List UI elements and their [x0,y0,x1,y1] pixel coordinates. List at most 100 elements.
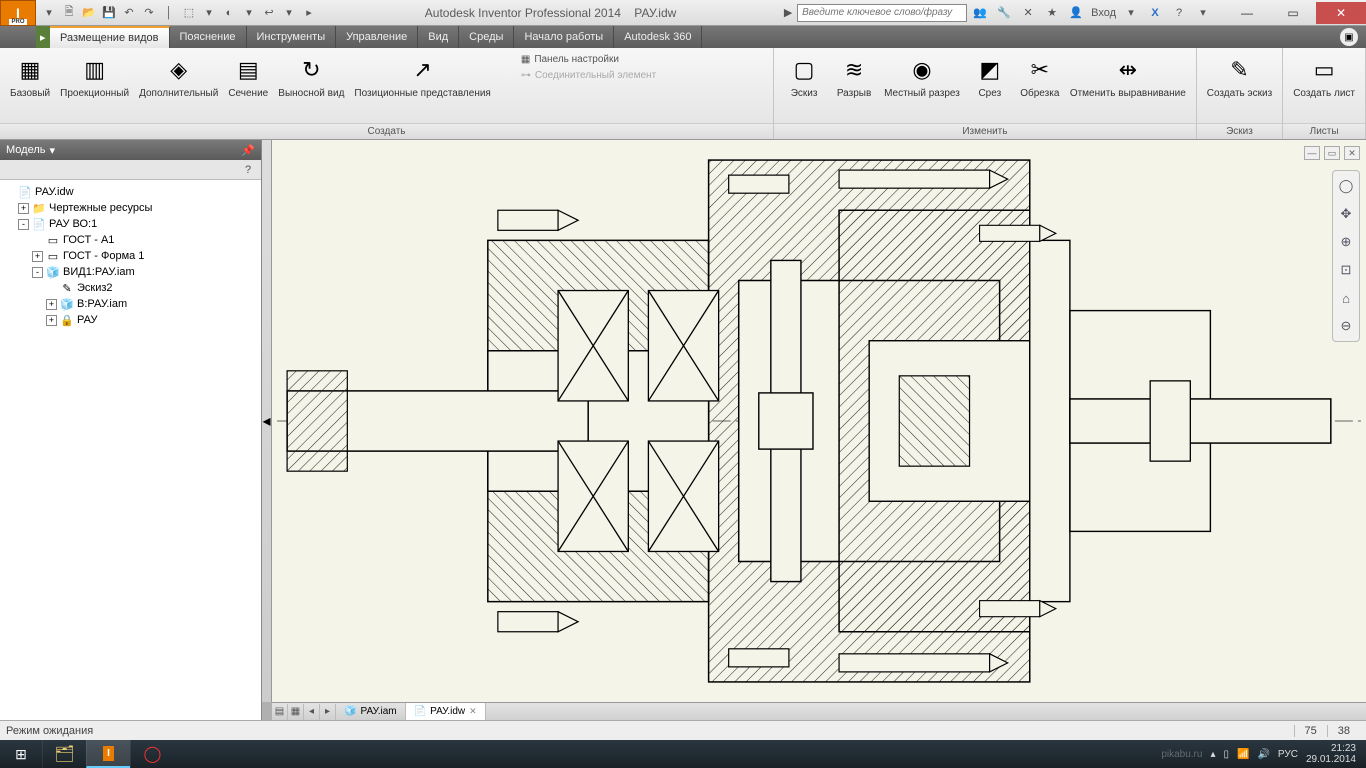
slice-button[interactable]: ◩Срез [966,52,1014,101]
undo-icon[interactable]: ↶ [120,4,138,22]
task-inventor[interactable]: I [86,740,130,768]
tab-placement[interactable]: Размещение видов [50,26,170,48]
doc-tab-idw[interactable]: 📄 РАУ.idw ✕ [406,703,486,720]
tree-toggle-icon[interactable]: + [46,299,57,310]
tab-annotate[interactable]: Пояснение [170,26,247,48]
signin-icon[interactable]: 👥 [971,4,989,22]
tab-a360[interactable]: Autodesk 360 [614,26,702,48]
tree-toggle-icon[interactable]: - [32,267,43,278]
tab-prev-icon[interactable]: ◂ [304,704,320,720]
tray-network-icon[interactable]: 📶 [1237,749,1249,760]
zoom-out-icon[interactable]: ⊖ [1335,315,1357,337]
exchange-x-icon[interactable]: X [1146,4,1164,22]
tray-volume-icon[interactable]: 🔊 [1257,749,1269,760]
base-view-button[interactable]: ▦Базовый [6,52,54,101]
auxiliary-view-button[interactable]: ◈Дополнительный [135,52,222,101]
tree-node[interactable]: +🧊В:РАУ.iam [2,296,259,312]
tray-up-icon[interactable]: ▴ [1210,749,1215,760]
chevron-down-icon[interactable]: ▾ [49,144,55,157]
panel-pin-icon[interactable]: 📌 [241,144,255,157]
qat-more1-icon[interactable]: ▾ [200,4,218,22]
qat-more3-icon[interactable]: ▾ [280,4,298,22]
tab-getstarted[interactable]: Начало работы [514,26,614,48]
tree-toggle-icon[interactable]: + [32,251,43,262]
redo-icon[interactable]: ↷ [140,4,158,22]
help-icon[interactable]: ? [1170,4,1188,22]
tree-node[interactable]: ✎Эскиз2 [2,280,259,296]
task-explorer[interactable]: 🗂 [42,740,86,768]
tab-next-icon[interactable]: ▸ [320,704,336,720]
maximize-button[interactable]: ▭ [1270,2,1316,24]
view-restore-icon[interactable]: ▭ [1324,146,1340,160]
tab-manage[interactable]: Управление [336,26,418,48]
app-logo-icon[interactable]: I [0,0,36,26]
qat-dropdown-icon[interactable]: ▾ [40,4,58,22]
tray-action-icon[interactable]: ▯ [1223,749,1229,760]
break-button[interactable]: ≋Разрыв [830,52,878,101]
nailboard-button[interactable]: ▦Панель настройки [517,52,660,67]
tab-view[interactable]: Вид [418,26,459,48]
signin-label[interactable]: Вход [1091,7,1116,19]
sketch-button[interactable]: ▢Эскиз [780,52,828,101]
tree-node[interactable]: +🔒РАУ [2,312,259,328]
new-icon[interactable]: 🗎 [60,4,78,22]
tab-list-icon[interactable]: ▤ [272,704,288,720]
unalign-button[interactable]: ⇹Отменить выравнивание [1066,52,1190,101]
tab-close-icon[interactable]: ✕ [469,706,477,717]
zoom-window-icon[interactable]: ⊡ [1335,259,1357,281]
select-icon[interactable]: ⬚ [180,4,198,22]
tree-node[interactable]: 📄РАУ.idw [2,184,259,200]
qat-more2-icon[interactable]: ▾ [240,4,258,22]
search-go-icon[interactable]: ▶ [779,4,797,22]
crop-button[interactable]: ✂Обрезка [1016,52,1064,101]
model-browser-header[interactable]: Модель ▾ 📌 [0,140,261,160]
qat-expand-icon[interactable]: ▸ [300,4,318,22]
close-button[interactable]: ✕ [1316,2,1366,24]
section-view-button[interactable]: ▤Сечение [224,52,272,101]
nav-wheel-icon[interactable]: ◯ [1335,175,1357,197]
projected-view-button[interactable]: ▥Проекционный [56,52,133,101]
tree-toggle-icon[interactable]: - [18,219,29,230]
start-button[interactable]: ⊞ [0,740,42,768]
drawing-canvas[interactable]: — ▭ ✕ ◯ ✥ ⊕ ⊡ ⌂ ⊖ [272,140,1366,702]
overlay-view-button[interactable]: ↗Позиционные представления [350,52,494,101]
tray-lang[interactable]: РУС [1278,749,1298,760]
zoom-in-icon[interactable]: ⊕ [1335,231,1357,253]
tree-toggle-icon[interactable]: + [18,203,29,214]
user-icon[interactable]: 👤 [1067,4,1085,22]
return-icon[interactable]: ↩ [260,4,278,22]
tab-tile-icon[interactable]: ▦ [288,704,304,720]
help-dd-icon[interactable]: ▾ [1194,4,1212,22]
tab-environments[interactable]: Среды [459,26,514,48]
tree-node[interactable]: -🧊ВИД1:РАУ.iam [2,264,259,280]
exchange-icon[interactable]: ✕ [1019,4,1037,22]
task-opera[interactable]: ◯ [130,740,174,768]
panel-resize-handle[interactable]: ◂ [262,140,272,702]
ribbon-help-icon[interactable]: ▣ [1340,28,1358,46]
tree-node[interactable]: -📄РАУ ВО:1 [2,216,259,232]
dd-icon[interactable]: ▾ [1122,4,1140,22]
save-icon[interactable]: 💾 [100,4,118,22]
tree-node[interactable]: ▭ГОСТ - A1 [2,232,259,248]
minimize-button[interactable]: — [1224,2,1270,24]
zoom-all-icon[interactable]: ⌂ [1335,287,1357,309]
material-icon[interactable]: ◐ [220,4,238,22]
panel-help-icon[interactable]: ? [239,161,257,179]
file-tab[interactable]: ▸ [36,26,50,48]
key-icon[interactable]: 🔧 [995,4,1013,22]
star-icon[interactable]: ★ [1043,4,1061,22]
model-tree[interactable]: 📄РАУ.idw+📁Чертежные ресурсы-📄РАУ ВО:1▭ГО… [0,180,261,720]
doc-tab-iam[interactable]: 🧊 РАУ.iam [336,703,406,720]
view-min-icon[interactable]: — [1304,146,1320,160]
tree-node[interactable]: +📁Чертежные ресурсы [2,200,259,216]
tray-clock[interactable]: 21:23 29.01.2014 [1306,743,1356,765]
keyword-search-input[interactable] [797,4,967,22]
detail-view-button[interactable]: ↻Выносной вид [274,52,348,101]
open-icon[interactable]: 📂 [80,4,98,22]
create-sketch-button[interactable]: ✎Создать эскиз [1203,52,1276,101]
tree-node[interactable]: +▭ГОСТ - Форма 1 [2,248,259,264]
new-sheet-button[interactable]: ▭Создать лист [1289,52,1359,101]
tree-toggle-icon[interactable]: + [46,315,57,326]
view-close-icon[interactable]: ✕ [1344,146,1360,160]
pan-icon[interactable]: ✥ [1335,203,1357,225]
